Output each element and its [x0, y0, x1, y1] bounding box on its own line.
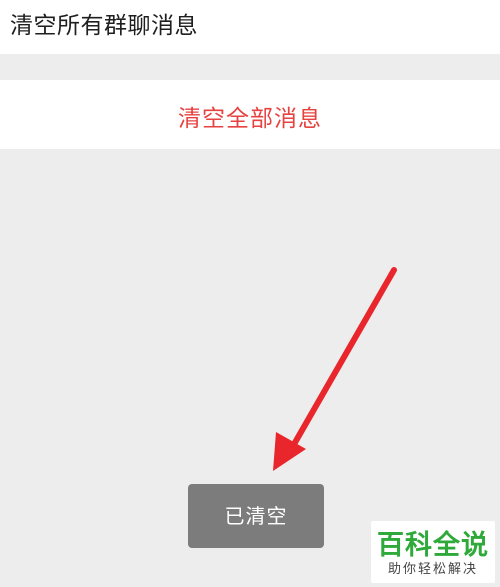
toast-message: 已清空	[224, 504, 288, 528]
clear-group-messages-row[interactable]: 清空所有群聊消息	[0, 0, 500, 54]
watermark-title: 百科全说	[377, 530, 489, 561]
clear-all-messages-button[interactable]: 清空全部消息	[0, 80, 500, 149]
cleared-toast: 已清空	[188, 484, 324, 548]
watermark-subtitle: 助你轻松解决	[387, 562, 478, 577]
watermark-logo: 百科全说 助你轻松解决	[371, 521, 495, 583]
row-title: 清空所有群聊消息	[10, 13, 198, 39]
clear-all-messages-label: 清空全部消息	[178, 106, 322, 132]
section-divider	[0, 54, 500, 80]
